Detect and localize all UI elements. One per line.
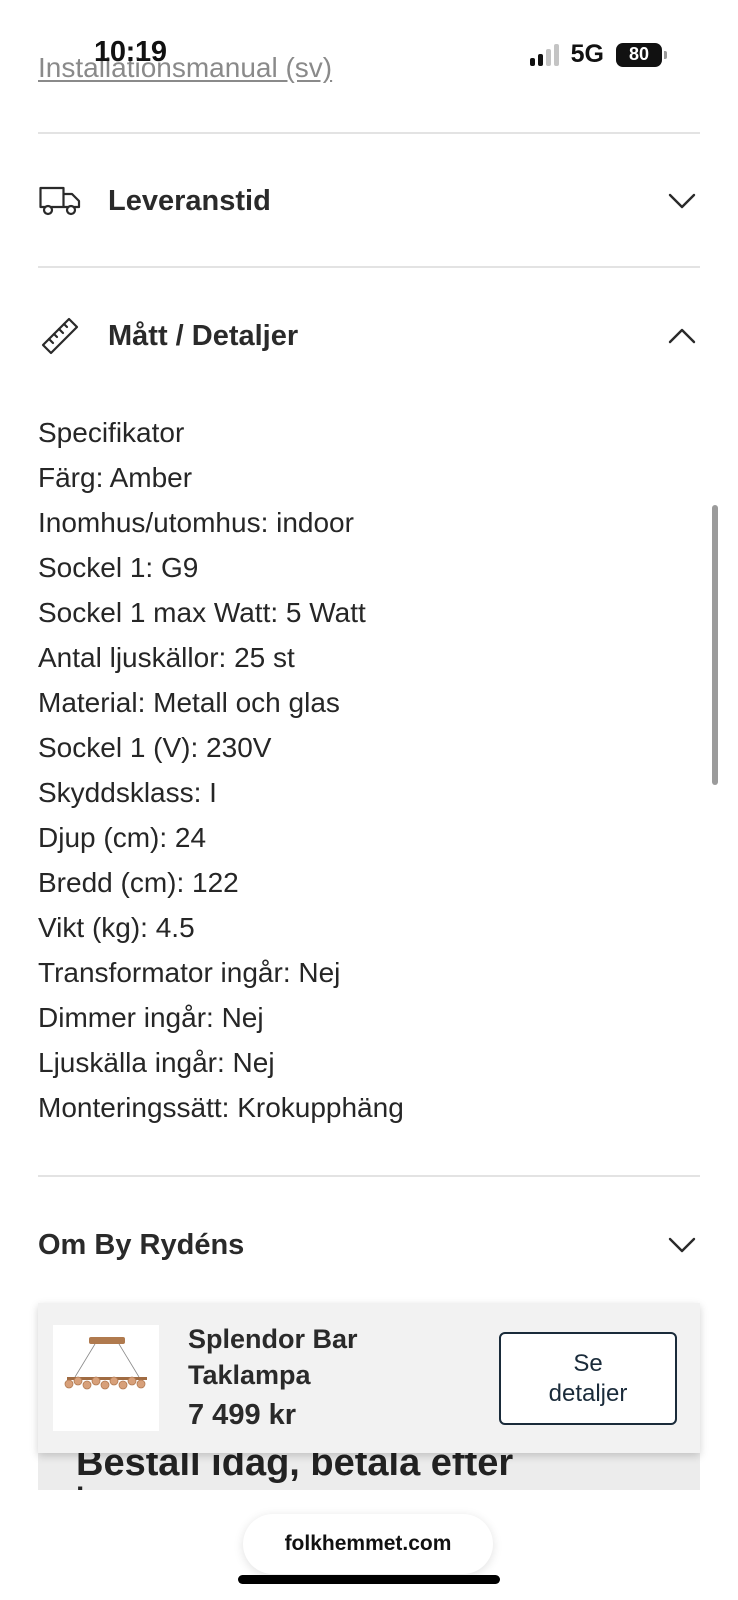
accordion-brand-title: Om By Rydéns	[38, 1228, 245, 1261]
sticky-product-bar: Splendor Bar Taklampa 7 499 kr Se detalj…	[38, 1303, 700, 1453]
product-thumbnail[interactable]	[53, 1325, 159, 1431]
url-bar[interactable]: folkhemmet.com	[243, 1514, 493, 1574]
payment-banner-text-2: l	[76, 1482, 84, 1490]
product-name: Splendor Bar Taklampa	[188, 1324, 358, 1390]
status-indicators: 5G 80	[529, 40, 667, 69]
scrollbar-thumb[interactable]	[712, 505, 718, 785]
spec-item: Material: Metall och glas	[38, 687, 340, 718]
spec-item: Djup (cm): 24	[38, 822, 207, 853]
payment-banner-text: Beställ idag, betala efter	[76, 1450, 514, 1484]
spec-item: Dimmer ingår: Nej	[38, 1002, 264, 1033]
spec-item: Transformator ingår: Nej	[38, 957, 341, 988]
accordion-brand[interactable]: Om By Rydéns	[38, 1215, 700, 1275]
accordion-dimensions-title: Mått / Detaljer	[108, 319, 299, 352]
spec-item: Ljuskälla ingår: Nej	[38, 1047, 275, 1078]
accordion-delivery[interactable]: Leveranstid	[38, 171, 700, 231]
battery-icon: 80	[616, 42, 667, 67]
spec-item: Specifikator	[38, 417, 185, 448]
payment-banner: Beställ idag, betala efter l	[38, 1450, 700, 1490]
truck-icon	[38, 179, 82, 223]
spec-item: Bredd (cm): 122	[38, 867, 239, 898]
see-details-button[interactable]: Se detaljer	[499, 1332, 677, 1425]
spec-item: Sockel 1 max Watt: 5 Watt	[38, 597, 366, 628]
installation-manual-link[interactable]: Installationsmanual (sv)	[38, 52, 332, 84]
spec-item: Vikt (kg): 4.5	[38, 912, 195, 943]
spec-item: Sockel 1: G9	[38, 552, 199, 583]
divider	[38, 266, 700, 268]
spec-list: Specifikator Färg: Amber Inomhus/utomhus…	[38, 410, 404, 1130]
divider	[38, 1175, 700, 1177]
divider	[38, 132, 700, 134]
chevron-down-icon	[664, 1227, 700, 1263]
signal-icon	[529, 43, 559, 66]
product-price: 7 499 kr	[188, 1399, 297, 1431]
spec-item: Antal ljuskällor: 25 st	[38, 642, 295, 673]
home-indicator[interactable]	[238, 1575, 500, 1584]
status-time: 10:19	[94, 36, 167, 68]
chevron-up-icon	[664, 318, 700, 354]
spec-item: Skyddsklass: I	[38, 777, 217, 808]
spec-item: Sockel 1 (V): 230V	[38, 732, 272, 763]
accordion-delivery-title: Leveranstid	[108, 184, 271, 217]
spec-item: Monteringssätt: Krokupphäng	[38, 1092, 404, 1123]
accordion-dimensions[interactable]: Mått / Detaljer	[38, 306, 700, 366]
battery-level: 80	[628, 44, 650, 64]
spec-item: Inomhus/utomhus: indoor	[38, 507, 354, 538]
spec-item: Färg: Amber	[38, 462, 193, 493]
chevron-down-icon	[664, 183, 700, 219]
ruler-icon	[38, 314, 82, 358]
network-type: 5G	[570, 40, 604, 68]
